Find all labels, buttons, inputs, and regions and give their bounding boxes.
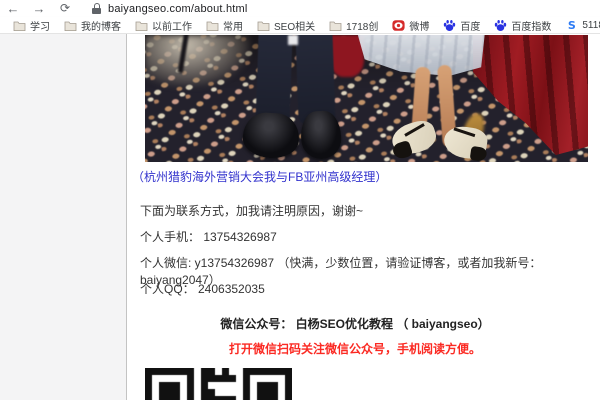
folder-icon bbox=[13, 19, 26, 32]
bookmark-baidu[interactable]: 百度 bbox=[436, 17, 487, 34]
url-text[interactable]: baiyangseo.com/about.html bbox=[108, 3, 248, 15]
back-button[interactable]: ← bbox=[0, 0, 26, 17]
bookmark-label: 5118 bbox=[582, 20, 600, 31]
blurred-background bbox=[145, 35, 250, 87]
browser-window: ← → ⟳ baiyangseo.com/about.html 学习 我的博客 … bbox=[0, 0, 600, 400]
folder-icon bbox=[64, 19, 77, 32]
browser-toolbar: ← → ⟳ baiyangseo.com/about.html bbox=[0, 0, 600, 17]
folder-icon bbox=[329, 19, 342, 32]
bookmark-label: 我的博客 bbox=[81, 18, 121, 33]
bookmark-label: 学习 bbox=[30, 18, 50, 33]
bookmark-weibo[interactable]: 微博 bbox=[385, 17, 436, 34]
conference-photo bbox=[145, 35, 588, 162]
contact-intro-text: 下面为联系方式，加我请注明原因，谢谢~ bbox=[140, 202, 363, 219]
bookmark-label: 以前工作 bbox=[152, 18, 192, 33]
public-account-text: 微信公众号： 白杨SEO优化教程 （ baiyangseo） bbox=[120, 315, 590, 332]
qr-code bbox=[145, 368, 292, 400]
5118-icon: S bbox=[565, 19, 578, 32]
folder-icon bbox=[206, 19, 219, 32]
bookmark-folder-myblog[interactable]: 我的博客 bbox=[57, 17, 128, 34]
lock-icon bbox=[92, 3, 101, 14]
bookmark-label: SEO相关 bbox=[274, 18, 315, 33]
bookmark-label: 微博 bbox=[409, 18, 429, 33]
baidu-paw-icon bbox=[494, 19, 507, 32]
bookmark-label: 常用 bbox=[223, 18, 243, 33]
photo-caption: （杭州猎豹海外营销大会我与FB亚州高级经理） bbox=[132, 168, 387, 185]
forward-button[interactable]: → bbox=[26, 0, 52, 17]
folder-icon bbox=[257, 19, 270, 32]
bookmark-folder-oldwork[interactable]: 以前工作 bbox=[128, 17, 199, 34]
bookmarks-bar: 学习 我的博客 以前工作 常用 SEO相关 1718创 微博 百度 bbox=[0, 17, 600, 34]
bookmark-label: 1718创 bbox=[346, 18, 378, 33]
reload-button[interactable]: ⟳ bbox=[52, 0, 78, 17]
webpage-viewport: （杭州猎豹海外营销大会我与FB亚州高级经理） 下面为联系方式，加我请注明原因，谢… bbox=[0, 34, 600, 400]
bookmark-folder-1718[interactable]: 1718创 bbox=[322, 17, 385, 34]
bookmark-5118[interactable]: S 5118 bbox=[558, 17, 600, 34]
shirt-sliver bbox=[288, 35, 298, 45]
bookmark-folder-common[interactable]: 常用 bbox=[199, 17, 250, 34]
weibo-icon bbox=[392, 19, 405, 32]
bookmark-baidu-index[interactable]: 百度指数 bbox=[487, 17, 558, 34]
bookmark-folder-xuexi[interactable]: 学习 bbox=[6, 17, 57, 34]
folder-icon bbox=[135, 19, 148, 32]
phone-text: 个人手机： 13754326987 bbox=[140, 228, 277, 245]
baidu-paw-icon bbox=[443, 19, 456, 32]
red-tip-text: 打开微信扫码关注微信公众号，手机阅读方便。 bbox=[120, 340, 590, 357]
bookmark-folder-seo-related[interactable]: SEO相关 bbox=[250, 17, 322, 34]
bookmark-label: 百度 bbox=[460, 18, 480, 33]
bookmark-label: 百度指数 bbox=[511, 18, 551, 33]
address-bar[interactable]: baiyangseo.com/about.html bbox=[92, 3, 248, 15]
red-curtain-glimpse bbox=[330, 35, 364, 77]
qq-text: 个人QQ： 2406352035 bbox=[140, 280, 265, 297]
